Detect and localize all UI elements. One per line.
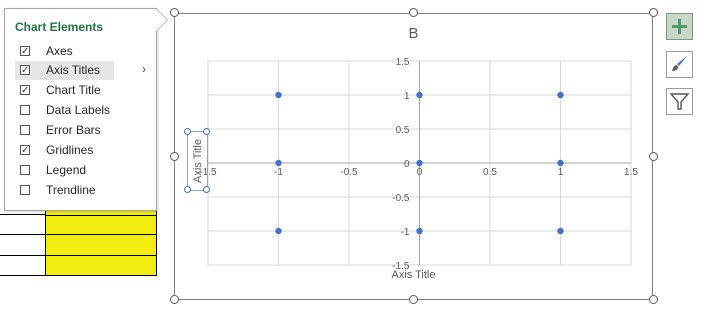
plus-icon <box>672 19 687 34</box>
selection-handle[interactable] <box>203 186 210 193</box>
data-labels-label: Data Labels <box>46 103 111 117</box>
resize-handle[interactable] <box>170 8 179 17</box>
chart-element-error-bars[interactable]: Error Bars <box>15 121 155 140</box>
x-axis-title[interactable]: Axis Title <box>175 269 652 281</box>
legend-checkbox[interactable] <box>20 165 30 175</box>
data-point[interactable] <box>557 227 564 235</box>
chart-title-label: Chart Title <box>46 83 101 97</box>
plot-area[interactable]: -1.5 -1 -0.5 0 0.5 1 1.51.510.50-0.5-1-1.5 <box>175 14 652 299</box>
data-point[interactable] <box>416 159 423 167</box>
chart-title-checkbox[interactable]: ✓ <box>20 85 30 96</box>
error-bars-label: Error Bars <box>46 123 101 137</box>
paintbrush-icon <box>672 56 687 71</box>
chart-element-legend[interactable]: Legend <box>15 161 155 180</box>
data-point[interactable] <box>557 91 564 99</box>
data-labels-checkbox[interactable] <box>20 105 30 115</box>
worksheet-cell[interactable] <box>0 255 47 276</box>
flyout-pointer-fill <box>156 9 167 31</box>
error-bars-checkbox[interactable] <box>20 125 30 135</box>
y-tick-label: -1 <box>401 227 410 238</box>
data-point[interactable] <box>416 91 423 99</box>
worksheet-cell-highlighted[interactable] <box>45 255 157 276</box>
trendline-label: Trendline <box>46 183 96 197</box>
worksheet-cell-highlighted[interactable] <box>45 214 157 236</box>
resize-handle[interactable] <box>170 295 179 304</box>
selection-handle[interactable] <box>184 128 191 135</box>
x-tick-label: 0.5 <box>483 167 497 178</box>
x-tick-label: 1 <box>558 167 564 178</box>
data-point[interactable] <box>557 159 564 167</box>
chart-element-axes[interactable]: ✓ Axes <box>15 42 155 61</box>
resize-handle[interactable] <box>409 295 418 304</box>
resize-handle[interactable] <box>649 295 658 304</box>
x-tick-label: 0 <box>417 167 423 178</box>
chart-element-trendline[interactable]: Trendline <box>15 181 155 200</box>
selection-handle[interactable] <box>184 186 191 193</box>
worksheet-cell-highlighted[interactable] <box>45 234 157 257</box>
x-tick-label: 1.5 <box>624 167 638 178</box>
selection-handle[interactable] <box>203 128 210 135</box>
legend-label: Legend <box>46 163 87 177</box>
gridlines-label: Gridlines <box>46 143 94 157</box>
resize-handle[interactable] <box>649 152 658 161</box>
y-tick-label: 1.5 <box>396 57 410 68</box>
chart-elements-button[interactable] <box>666 13 693 40</box>
worksheet-cell[interactable] <box>0 234 47 257</box>
y-tick-label: 0 <box>404 159 410 170</box>
y-axis-title-selection[interactable]: Axis Title <box>184 128 210 193</box>
chart-element-chart-title[interactable]: ✓ Chart Title <box>15 81 155 100</box>
axes-checkbox[interactable]: ✓ <box>20 46 30 57</box>
data-point[interactable] <box>416 227 423 235</box>
worksheet-cell[interactable] <box>0 214 47 236</box>
chart-element-data-labels[interactable]: Data Labels <box>15 101 155 120</box>
chart-area[interactable]: B -1.5 -1 -0.5 0 0.5 1 1.5 1.5 1 0.5 0 -0.5 -1 -1.5 A… <box>174 13 653 300</box>
funnel-icon <box>669 93 690 110</box>
y-tick-label: 1 <box>404 91 410 102</box>
y-tick-label: 0.5 <box>396 125 410 136</box>
y-tick-label: -0.5 <box>392 193 410 204</box>
axes-label: Axes <box>46 44 73 58</box>
chart-element-gridlines[interactable]: ✓ Gridlines <box>15 141 155 160</box>
data-point[interactable] <box>275 227 282 235</box>
flyout-title: Chart Elements <box>15 20 104 34</box>
data-point[interactable] <box>275 159 282 167</box>
x-tick-label: -1 <box>274 167 283 178</box>
chevron-right-icon[interactable]: › <box>142 62 146 76</box>
y-axis-title[interactable]: Axis Title <box>190 131 206 191</box>
axis-titles-submenu-row[interactable]: › <box>15 61 155 80</box>
chart-elements-flyout: Chart Elements ✓ Axes ✓ Axis Titles › ✓ … <box>4 8 157 211</box>
chart-styles-button[interactable] <box>666 51 693 78</box>
chart-filters-button[interactable] <box>666 88 693 115</box>
x-tick-label: -0.5 <box>340 167 358 178</box>
gridlines-checkbox[interactable]: ✓ <box>20 145 30 156</box>
resize-handle[interactable] <box>409 8 418 17</box>
data-point[interactable] <box>275 91 282 99</box>
resize-handle[interactable] <box>170 152 179 161</box>
trendline-checkbox[interactable] <box>20 185 30 195</box>
resize-handle[interactable] <box>649 8 658 17</box>
